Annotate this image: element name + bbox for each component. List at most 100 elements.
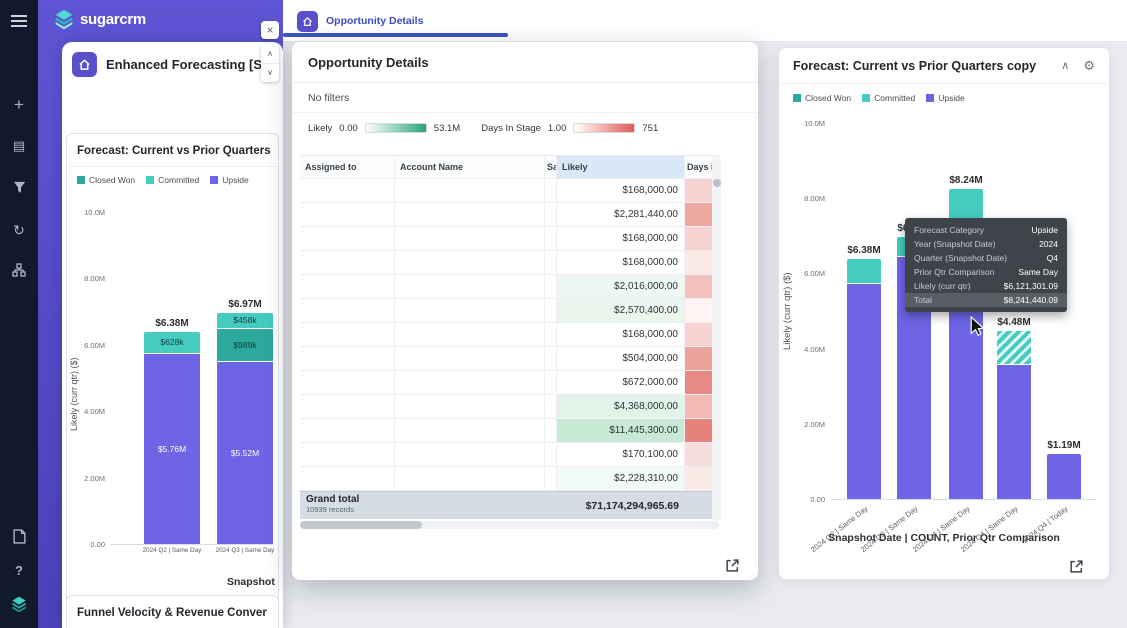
add-icon[interactable]: +: [0, 95, 38, 115]
table-cell-likely[interactable]: $2,016,000.00: [557, 275, 685, 299]
table-cell-likely[interactable]: $4,368,000.00: [557, 395, 685, 419]
table-cell[interactable]: [300, 275, 395, 299]
table-cell[interactable]: [300, 467, 395, 491]
stacked-bar[interactable]: [997, 331, 1031, 499]
table-header-cell-likely[interactable]: Likely: [557, 155, 685, 179]
table-cell[interactable]: [545, 299, 557, 323]
bar-segment-upside[interactable]: [1047, 454, 1081, 499]
table-cell[interactable]: [395, 467, 545, 491]
table-cell[interactable]: [395, 251, 545, 275]
table-header-cell-sa[interactable]: Sa: [545, 155, 557, 179]
table-cell[interactable]: [300, 347, 395, 371]
table-row[interactable]: $672,000.00: [300, 371, 719, 395]
bar-segment-upside[interactable]: $5.52M: [217, 361, 273, 544]
table-row[interactable]: $504,000.00: [300, 347, 719, 371]
hamburger-menu-icon[interactable]: [11, 15, 27, 17]
table-cell[interactable]: [395, 419, 545, 443]
table-row[interactable]: $168,000.00: [300, 179, 719, 203]
table-cell-likely[interactable]: $11,445,300.00: [557, 419, 685, 443]
stacked-bar[interactable]: [1047, 454, 1081, 499]
stacked-bar[interactable]: $458k$989k$5.52M: [217, 313, 273, 544]
table-cell-likely[interactable]: $504,000.00: [557, 347, 685, 371]
legend-item[interactable]: Committed: [862, 93, 915, 103]
filters-bar[interactable]: No filters: [292, 83, 758, 113]
table-cell[interactable]: [545, 347, 557, 371]
table-cell[interactable]: [545, 395, 557, 419]
table-row[interactable]: $2,281,440.00: [300, 203, 719, 227]
table-cell[interactable]: [395, 443, 545, 467]
table-cell[interactable]: [545, 323, 557, 347]
legend-item[interactable]: Upside: [926, 93, 964, 103]
table-cell[interactable]: [300, 419, 395, 443]
open-in-new-icon[interactable]: [1069, 559, 1084, 579]
drawer-close-button[interactable]: ×: [261, 21, 279, 39]
bar-segment-committed[interactable]: [997, 331, 1031, 365]
bar-segment-upside[interactable]: [847, 283, 881, 499]
bar-segment-committed[interactable]: $458k: [217, 313, 273, 328]
legend-item[interactable]: Upside: [210, 175, 248, 185]
table-cell[interactable]: [545, 251, 557, 275]
table-cell[interactable]: [395, 227, 545, 251]
tab-opportunity-details[interactable]: Opportunity Details: [283, 0, 508, 42]
table-row[interactable]: $2,228,310.00: [300, 467, 719, 491]
help-icon[interactable]: ?: [0, 563, 38, 578]
table-cell[interactable]: [300, 179, 395, 203]
table-cell[interactable]: [545, 275, 557, 299]
table-cell[interactable]: [300, 227, 395, 251]
bar-segment-closed-won[interactable]: $989k: [217, 328, 273, 361]
bar-segment-upside[interactable]: $5.76M: [144, 353, 200, 544]
table-cell-likely[interactable]: $2,228,310.00: [557, 467, 685, 491]
stacked-bar[interactable]: [847, 259, 881, 499]
table-cell[interactable]: [300, 395, 395, 419]
table-cell[interactable]: [395, 299, 545, 323]
table-cell-likely[interactable]: $168,000.00: [557, 323, 685, 347]
bar-segment-committed[interactable]: [847, 259, 881, 283]
hierarchy-icon[interactable]: [0, 263, 38, 282]
table-cell[interactable]: [395, 323, 545, 347]
table-cell[interactable]: [545, 467, 557, 491]
table-cell[interactable]: [545, 179, 557, 203]
vertical-scrollbar[interactable]: [712, 155, 721, 521]
horizontal-scrollbar[interactable]: [300, 521, 719, 529]
table-header-cell-account-name[interactable]: Account Name: [395, 155, 545, 179]
table-cell[interactable]: [300, 371, 395, 395]
table-cell-likely[interactable]: $2,281,440.00: [557, 203, 685, 227]
table-cell[interactable]: [545, 203, 557, 227]
refresh-icon[interactable]: ↻: [0, 222, 38, 239]
table-cell[interactable]: [545, 371, 557, 395]
table-cell[interactable]: [545, 227, 557, 251]
table-cell[interactable]: [395, 179, 545, 203]
sugar-layers-icon[interactable]: [0, 596, 38, 617]
table-cell[interactable]: [545, 419, 557, 443]
module-card-icon[interactable]: ▤: [0, 138, 38, 154]
sugarcrm-logo[interactable]: sugarcrm: [54, 9, 146, 29]
scrollbar-thumb[interactable]: [713, 179, 721, 187]
table-cell[interactable]: [300, 299, 395, 323]
table-cell[interactable]: [395, 203, 545, 227]
bar-segment-upside[interactable]: [997, 364, 1031, 499]
table-cell[interactable]: [300, 251, 395, 275]
table-cell-likely[interactable]: $170,100.00: [557, 443, 685, 467]
table-cell[interactable]: [395, 275, 545, 299]
chevron-down-icon[interactable]: ∨: [261, 64, 279, 83]
table-cell[interactable]: [300, 203, 395, 227]
table-cell-likely[interactable]: $2,570,400.00: [557, 299, 685, 323]
table-row[interactable]: $4,368,000.00: [300, 395, 719, 419]
table-row[interactable]: $168,000.00: [300, 251, 719, 275]
funnel-velocity-dashlet[interactable]: Funnel Velocity & Revenue Conver: [66, 595, 279, 628]
table-cell-likely[interactable]: $168,000.00: [557, 227, 685, 251]
scrollbar-thumb[interactable]: [300, 521, 422, 529]
table-cell-likely[interactable]: $168,000.00: [557, 251, 685, 275]
table-cell-likely[interactable]: $672,000.00: [557, 371, 685, 395]
table-cell[interactable]: [395, 395, 545, 419]
legend-item[interactable]: Closed Won: [793, 93, 851, 103]
table-row[interactable]: $2,016,000.00: [300, 275, 719, 299]
legend-item[interactable]: Closed Won: [77, 175, 135, 185]
table-row[interactable]: $168,000.00: [300, 323, 719, 347]
table-cell[interactable]: [545, 443, 557, 467]
bar-segment-committed[interactable]: $628k: [144, 332, 200, 353]
legend-item[interactable]: Committed: [146, 175, 199, 185]
document-icon[interactable]: [0, 529, 38, 549]
table-cell[interactable]: [395, 347, 545, 371]
table-header-cell-assigned-to[interactable]: Assigned to: [300, 155, 395, 179]
